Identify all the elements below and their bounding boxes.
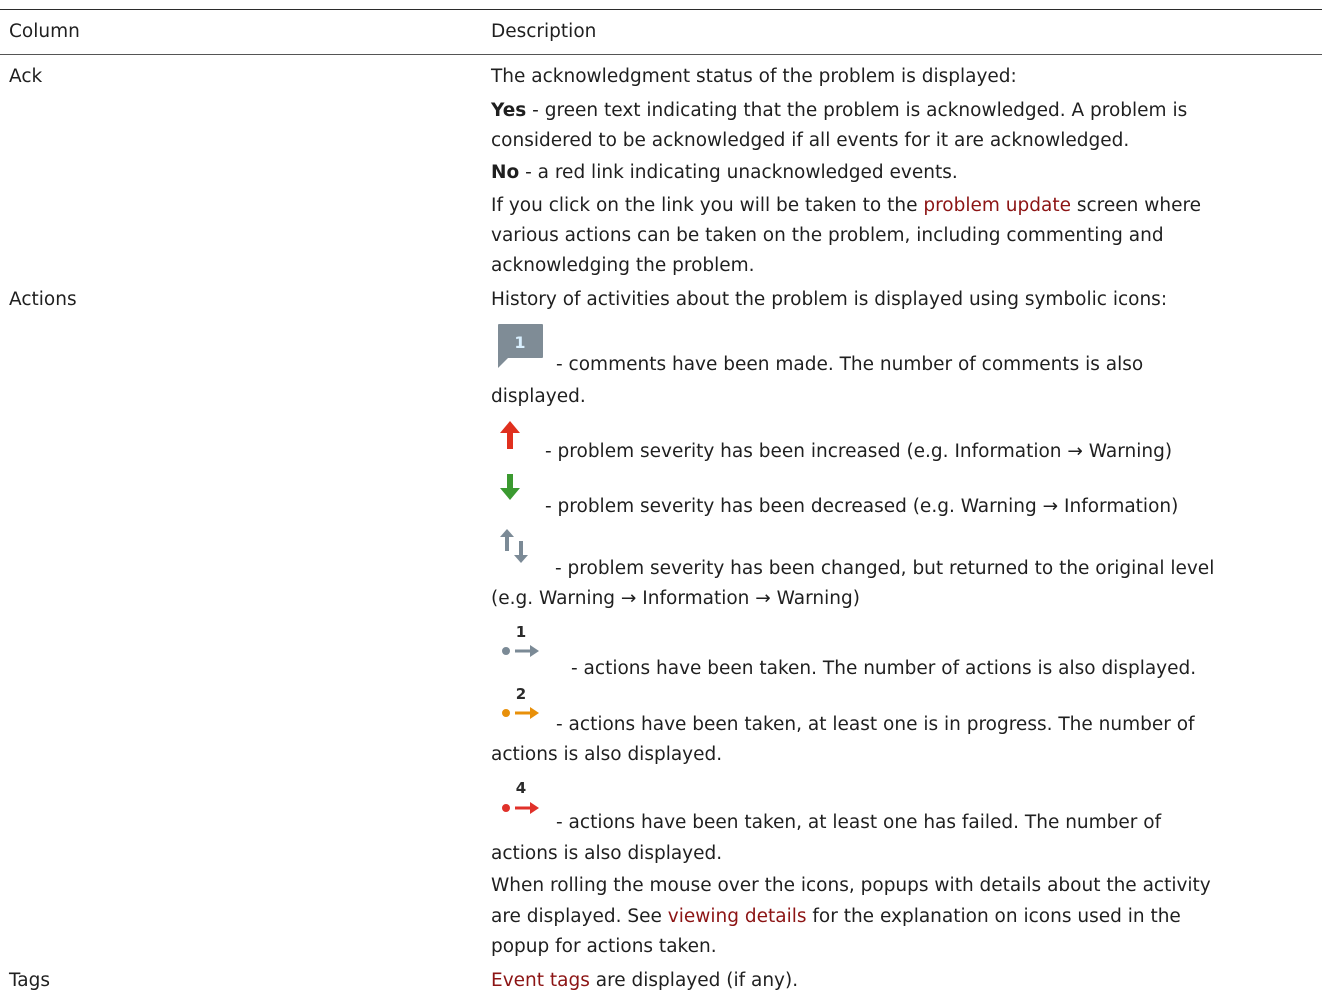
rollover-text-3: popup for actions taken. <box>491 936 717 957</box>
actions-failed-icon: 4 <box>502 779 539 814</box>
actions-taken-icon: 1 <box>502 623 539 657</box>
ack-no-text: - a red link indicating unacknowledged e… <box>519 162 958 183</box>
comment-count: 1 <box>514 333 525 352</box>
row-name-ack: Ack <box>9 66 43 87</box>
actions-intro: History of activities about the problem … <box>491 289 1168 310</box>
tags-text: are displayed (if any). <box>589 970 799 991</box>
tags-line: Event tags are displayed (if any). <box>491 966 798 995</box>
actions-taken-text: - actions have been taken. The number of… <box>571 658 1197 679</box>
actions-in-progress-text-2: actions is also displayed. <box>491 744 723 765</box>
row-name-actions: Actions <box>9 289 77 310</box>
ack-no-line: No - a red link indicating unacknowledge… <box>491 158 958 187</box>
row-name-tags: Tags <box>9 970 50 991</box>
actions-failed-count: 4 <box>516 779 526 797</box>
comments-text-2: displayed. <box>491 386 586 407</box>
rollover-line-2: are displayed. See viewing details for t… <box>491 902 1181 931</box>
comment-icon: 1 <box>498 324 543 368</box>
arrow-up-icon <box>500 421 520 449</box>
severity-changed-text-2: (e.g. Warning → Information → Warning) <box>491 588 860 609</box>
ack-yes-label: Yes <box>491 100 527 121</box>
ack-yes-line: Yes - green text indicating that the pro… <box>491 96 1187 125</box>
column-header: Column <box>9 21 80 42</box>
ack-link-pre: If you click on the link you will be tak… <box>491 195 924 216</box>
ack-link-post: screen where <box>1070 195 1202 216</box>
actions-failed-text-1: - actions have been taken, at least one … <box>556 812 1162 833</box>
arrow-up-down-icon <box>500 529 528 563</box>
ack-yes-text: - green text indicating that the problem… <box>526 100 1188 121</box>
comments-text-1: - comments have been made. The number of… <box>556 354 1144 375</box>
see-pre: are displayed. See <box>491 906 668 927</box>
ack-no-label: No <box>491 162 520 183</box>
ack-link-line: If you click on the link you will be tak… <box>491 191 1201 220</box>
ack-intro: The acknowledgment status of the problem… <box>491 66 1017 87</box>
ack-line-b: various actions can be taken on the prob… <box>491 225 1164 246</box>
header-rule <box>0 54 1322 55</box>
ack-yes-text-2: considered to be acknowledged if all eve… <box>491 130 1130 151</box>
problem-update-link[interactable]: problem update <box>923 195 1071 216</box>
table-top-rule <box>0 9 1322 10</box>
actions-in-progress-count: 2 <box>516 685 526 703</box>
severity-changed-text-1: - problem severity has been changed, but… <box>555 558 1215 579</box>
actions-failed-text-2: actions is also displayed. <box>491 843 723 864</box>
arrow-down-icon <box>500 474 520 500</box>
actions-taken-count: 1 <box>516 623 526 641</box>
severity-decreased-text: - problem severity has been decreased (e… <box>545 496 1179 517</box>
actions-in-progress-icon: 2 <box>502 685 539 719</box>
event-tags-link[interactable]: Event tags <box>491 970 590 991</box>
actions-in-progress-text-1: - actions have been taken, at least one … <box>556 714 1195 735</box>
viewing-details-link[interactable]: viewing details <box>668 906 807 927</box>
ack-line-c: acknowledging the problem. <box>491 255 755 276</box>
see-post: for the explanation on icons used in the <box>806 906 1181 927</box>
severity-increased-text: - problem severity has been increased (e… <box>545 441 1173 462</box>
rollover-text-1: When rolling the mouse over the icons, p… <box>491 875 1211 896</box>
description-header: Description <box>491 21 597 42</box>
